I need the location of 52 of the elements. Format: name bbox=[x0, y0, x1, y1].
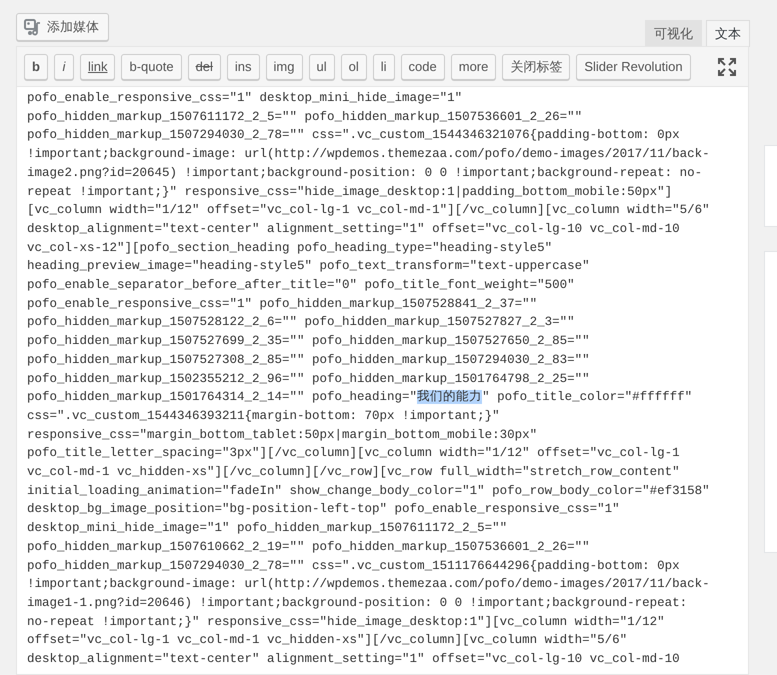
quicktag-button[interactable]: li bbox=[372, 54, 395, 80]
code-line: heading_preview_image="heading-style5" pofo_text_transform="text-uppercase" bbox=[27, 258, 591, 276]
code-line: pofo_enable_responsive_css="1" pofo_hidden_markup_1507528841_2_37="" bbox=[27, 296, 538, 313]
code-line: [vc_column width="1/12" offset="vc_col-lg-1 vc_col-md-1"][/vc_column][vc_column width="5/6" bbox=[27, 202, 711, 220]
fullscreen-icon bbox=[718, 58, 736, 76]
code-line: pofo_hidden_markup_1507294030_2_78="" css=".vc_custom_1544346321076{padding-bottom: 0px bbox=[27, 127, 681, 144]
quicktag-button[interactable]: b-quote bbox=[121, 54, 182, 80]
code-line: image2.png?id=20645) !important;background-position: 0 0 !important;background-repeat: no- bbox=[27, 164, 704, 182]
code-line: desktop_alignment="text-center" alignment_setting="1" offset="vc_col-lg-10 vc_col-md-10 bbox=[27, 651, 681, 668]
code-line: responsive_css="margin_bottom_tablet:50px|margin_bottom_mobile:30px" bbox=[27, 426, 538, 444]
quicktag-button[interactable]: ol bbox=[340, 54, 367, 80]
code-line: repeat !important;}" responsive_css="hide_image_desktop:1|padding_bottom_mobile:50px"] bbox=[27, 184, 674, 201]
code-line: pofo_hidden_markup_1501764314_2_14="" pofo_heading="我们的能力" pofo_title_color="#ffffff" bbox=[27, 388, 694, 406]
code-line: vc_col-md-1 vc_hidden-xs"][/vc_column][/vc_row][vc_row full_width="stretch_row_content" bbox=[27, 464, 681, 482]
code-line: pofo_hidden_markup_1507610662_2_19="" pofo_hidden_markup_1507536601_2_26="" bbox=[27, 538, 591, 556]
editor-tab[interactable]: 可视化 bbox=[645, 20, 702, 47]
quicktag-button[interactable]: ul bbox=[308, 54, 335, 80]
code-line: vc_col-xs-12"][pofo_section_heading pofo_heading_type="heading-style5" bbox=[27, 240, 554, 257]
quicktag-button[interactable]: b bbox=[24, 54, 48, 80]
quicktag-button[interactable]: 关闭标签 bbox=[502, 54, 570, 80]
media-icon bbox=[24, 18, 41, 36]
quicktag-button[interactable]: i bbox=[54, 54, 74, 80]
code-line: css=".vc_custom_1544346393211{margin-bottom: 70px !important;}" bbox=[27, 408, 501, 425]
code-line: pofo_title_letter_spacing="3px"][/vc_column][vc_column width="1/12" offset="vc_col-lg-1 bbox=[27, 445, 681, 462]
quicktag-button[interactable]: del bbox=[188, 54, 221, 80]
editor-tab[interactable]: 文本 bbox=[706, 20, 750, 47]
code-line: desktop_alignment="text-center" alignment_setting="1" offset="vc_col-lg-10 vc_col-md-10 bbox=[27, 220, 681, 238]
code-line: no-repeat !important;}" responsive_css="hide_image_desktop:1"][vc_column width="1/12" bbox=[27, 614, 666, 631]
code-line: !important;background-image: url(http://wpdemos.themezaa.com/pofo/demo-images/2017/11/back- bbox=[27, 146, 711, 164]
code-line: offset="vc_col-lg-1 vc_col-md-1 vc_hidden-xs"][/vc_column][vc_column width="5/6" bbox=[27, 632, 628, 650]
code-line: pofo_hidden_markup_1507528122_2_6="" pofo_hidden_markup_1507527827_2_3="" bbox=[27, 314, 576, 332]
code-line: pofo_hidden_markup_1507294030_2_78="" css=".vc_custom_1511176644296{padding-bottom: 0px bbox=[27, 558, 681, 575]
quicktag-button[interactable]: link bbox=[80, 54, 116, 80]
code-line: pofo_enable_separator_before_after_title="0" pofo_title_font_weight="500" bbox=[27, 277, 576, 294]
code-line: pofo_enable_responsive_css="1" desktop_mini_hide_image="1" bbox=[27, 90, 464, 107]
code-line: pofo_hidden_markup_1507527699_2_35="" pofo_hidden_markup_1507527650_2_85="" bbox=[27, 333, 591, 350]
fullscreen-button[interactable] bbox=[717, 56, 737, 76]
quicktag-button[interactable]: img bbox=[266, 54, 302, 80]
text-editor[interactable] bbox=[16, 86, 749, 675]
code-line: initial_loading_animation="fadeIn" show_change_body_color="1" pofo_row_body_color="#ef3158" bbox=[27, 482, 711, 500]
add-media-button[interactable]: 添加媒体 bbox=[16, 13, 109, 41]
quicktag-button[interactable]: more bbox=[450, 54, 496, 80]
quicktag-button[interactable]: code bbox=[400, 54, 445, 80]
quicktag-button[interactable]: Slider Revolution bbox=[576, 54, 691, 80]
quicktag-button[interactable]: ins bbox=[226, 54, 260, 80]
code-line: image1-1.png?id=20646) !important;background-position: 0 0 !important;background-repeat: bbox=[27, 594, 688, 612]
code-line: pofo_hidden_markup_1507611172_2_5="" pofo_hidden_markup_1507536601_2_26="" bbox=[27, 108, 584, 126]
code-line: pofo_hidden_markup_1507527308_2_85="" pofo_hidden_markup_1507294030_2_83="" bbox=[27, 352, 591, 369]
code-line: desktop_bg_image_position="bg-position-left-top" pofo_enable_responsive_css="1" bbox=[27, 501, 621, 518]
code-line: !important;background-image: url(http://wpdemos.themezaa.com/pofo/demo-images/2017/11/back- bbox=[27, 576, 711, 594]
code-line: pofo_hidden_markup_1502355212_2_96="" pofo_hidden_markup_1501764798_2_25="" bbox=[27, 370, 591, 388]
code-line: desktop_mini_hide_image="1" pofo_hidden_markup_1507611172_2_5="" bbox=[27, 520, 508, 538]
